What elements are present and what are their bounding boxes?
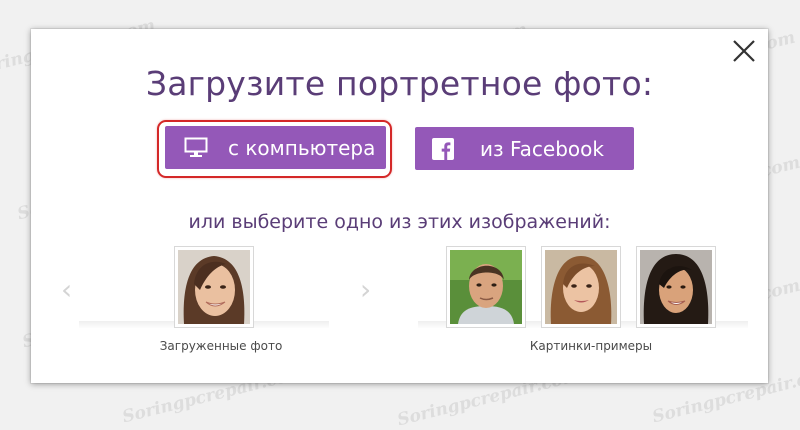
uploaded-photos-caption: Загруженные фото <box>159 339 283 353</box>
facebook-icon <box>432 137 454 160</box>
sample-photo-woman-dark[interactable] <box>636 246 716 328</box>
dialog-title: Загрузите портретное фото: <box>145 64 654 103</box>
upload-from-facebook-button[interactable]: из Facebook <box>415 127 634 170</box>
upload-from-computer-button[interactable]: с компьютера <box>165 126 386 169</box>
portrait-man <box>450 250 522 324</box>
uploaded-photo-thumbnail[interactable] <box>174 246 254 328</box>
portrait-woman-smiling <box>178 250 250 324</box>
monitor-icon <box>183 137 209 158</box>
portrait-woman-blonde <box>545 250 617 324</box>
chevron-left-icon[interactable]: ‹ <box>61 276 72 304</box>
sample-photos-caption: Картинки-примеры <box>529 339 653 353</box>
upload-from-facebook-label: из Facebook <box>480 136 604 161</box>
sample-photo-woman-blonde[interactable] <box>541 246 621 328</box>
close-icon <box>733 40 755 62</box>
upload-from-computer-label: с компьютера <box>228 135 376 160</box>
choose-sample-subtitle: или выберите одно из этих изображений: <box>188 211 611 233</box>
sample-photo-man[interactable] <box>446 246 526 328</box>
close-button[interactable] <box>729 36 759 66</box>
portrait-woman-dark-hair <box>640 250 712 324</box>
upload-photo-dialog: Загрузите портретное фото: с компьютера … <box>31 29 768 383</box>
chevron-right-icon[interactable]: › <box>360 276 371 304</box>
